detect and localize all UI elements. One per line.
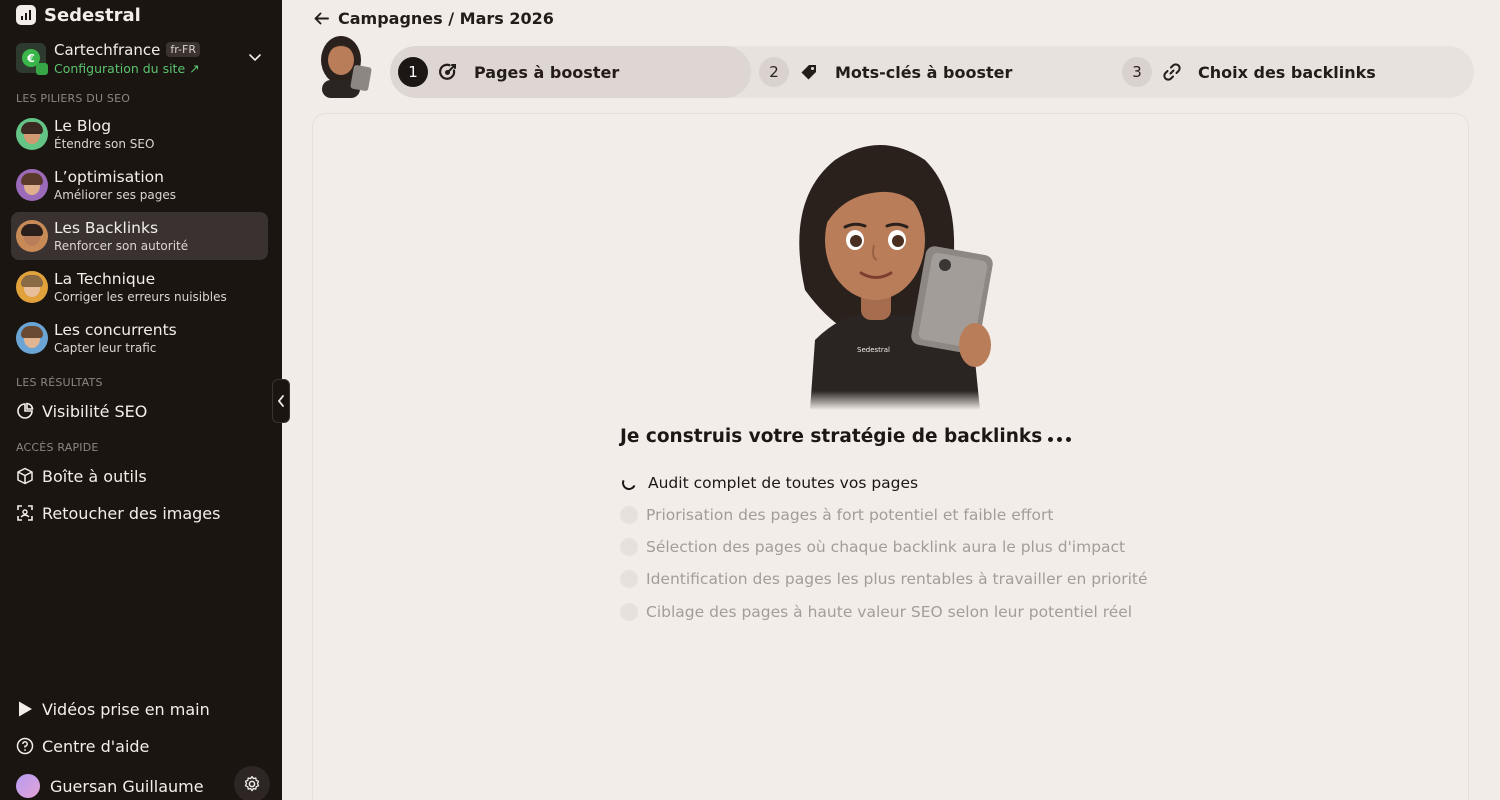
sidebar-item-sublabel: Capter leur trafic bbox=[54, 340, 157, 355]
sidebar-item-label: Centre d'aide bbox=[42, 736, 150, 756]
sidebar-item-sublabel: Corriger les erreurs nuisibles bbox=[54, 289, 227, 304]
sidebar-item-label: Les concurrents bbox=[54, 320, 177, 339]
target-icon bbox=[439, 63, 456, 80]
pie-chart-icon bbox=[17, 402, 34, 419]
concurrents-avatar bbox=[16, 322, 48, 354]
pending-dot-icon bbox=[620, 506, 638, 524]
sidebar-item-sublabel: Renforcer son autorité bbox=[54, 238, 189, 253]
brand[interactable]: Sedestral bbox=[16, 4, 141, 26]
box-icon bbox=[17, 467, 33, 485]
step-label: Choix des backlinks bbox=[1198, 62, 1376, 82]
task-item: Identification des pages les plus rentab… bbox=[620, 568, 1148, 590]
sidebar-item-label: Vidéos prise en main bbox=[42, 699, 210, 719]
step-number: 3 bbox=[1122, 57, 1152, 87]
site-config-link[interactable]: Configuration du site ↗ bbox=[54, 61, 200, 76]
task-label: Identification des pages les plus rentab… bbox=[646, 570, 1148, 588]
arrow-left-icon[interactable] bbox=[313, 10, 330, 27]
section-label-resultats: LES RÉSULTATS bbox=[16, 376, 103, 389]
assistant-avatar-small bbox=[321, 36, 372, 98]
sidebar-item-videos[interactable]: Vidéos prise en main bbox=[16, 697, 210, 721]
task-item: Ciblage des pages à haute valeur SEO sel… bbox=[620, 601, 1132, 623]
sidebar-item-sublabel: Améliorer ses pages bbox=[54, 187, 177, 202]
sidebar-item-label: La Technique bbox=[54, 269, 156, 288]
collapse-sidebar-button[interactable] bbox=[272, 379, 290, 423]
breadcrumb-label: Campagnes / Mars 2026 bbox=[338, 8, 554, 28]
link-icon bbox=[1163, 63, 1181, 81]
chevron-down-icon[interactable] bbox=[248, 50, 262, 64]
image-scan-icon bbox=[17, 505, 33, 521]
sidebar-item-label: L’optimisation bbox=[54, 167, 164, 186]
section-label-piliers: LES PILIERS DU SEO bbox=[16, 92, 131, 105]
optimisation-avatar bbox=[16, 169, 48, 201]
sidebar-item-concurrents[interactable]: Les concurrents Capter leur trafic bbox=[11, 314, 268, 362]
sidebar-item-toolbox[interactable]: Boîte à outils bbox=[16, 464, 147, 488]
tag-icon bbox=[801, 65, 816, 80]
sedestral-logo-icon bbox=[16, 5, 36, 25]
breadcrumb[interactable]: Campagnes / Mars 2026 bbox=[313, 6, 554, 30]
blog-avatar bbox=[16, 118, 48, 150]
chevron-left-icon bbox=[277, 395, 284, 407]
task-item: Sélection des pages où chaque backlink a… bbox=[620, 536, 1125, 558]
task-label: Priorisation des pages à fort potentiel … bbox=[646, 506, 1054, 524]
task-label: Sélection des pages où chaque backlink a… bbox=[646, 538, 1126, 556]
step-number: 1 bbox=[398, 57, 428, 87]
gear-icon bbox=[244, 775, 260, 792]
site-name: Cartechfrance bbox=[54, 40, 161, 59]
sidebar-item-retouch[interactable]: Retoucher des images bbox=[16, 501, 220, 525]
sidebar-item-label: Les Backlinks bbox=[54, 218, 159, 237]
sidebar-item-optimisation[interactable]: L’optimisation Améliorer ses pages bbox=[11, 161, 268, 209]
pending-dot-icon bbox=[620, 538, 638, 556]
step-mots-cles[interactable]: 2 Mots-clés à booster bbox=[758, 46, 1098, 98]
pending-dot-icon bbox=[620, 603, 638, 621]
sidebar-item-label: Visibilité SEO bbox=[42, 401, 148, 421]
site-avatar: € bbox=[16, 43, 48, 75]
campaign-stepper: 1 Pages à booster 2 Mots-clés à booster … bbox=[390, 46, 1474, 98]
sidebar-item-label: Boîte à outils bbox=[42, 466, 147, 486]
avatar bbox=[16, 774, 40, 798]
settings-button[interactable] bbox=[234, 766, 270, 800]
sidebar-item-technique[interactable]: La Technique Corriger les erreurs nuisibl… bbox=[11, 263, 268, 311]
brand-name: Sedestral bbox=[44, 4, 141, 26]
user-profile[interactable]: Guersan Guillaume bbox=[16, 766, 272, 800]
sidebar-item-visibilite[interactable]: Visibilité SEO bbox=[16, 399, 147, 423]
technique-avatar bbox=[16, 271, 48, 303]
task-item: Priorisation des pages à fort potentiel … bbox=[620, 504, 1053, 526]
lang-badge: fr-FR bbox=[166, 42, 200, 57]
step-number: 2 bbox=[759, 57, 789, 87]
step-choix-backlinks[interactable]: 3 Choix des backlinks bbox=[1121, 46, 1461, 98]
play-icon bbox=[19, 701, 32, 717]
step-label: Pages à booster bbox=[474, 62, 620, 82]
loading-dots-icon bbox=[1048, 437, 1072, 442]
shirt-logo-text: Sedestral bbox=[857, 346, 890, 354]
user-name: Guersan Guillaume bbox=[50, 776, 204, 796]
step-label: Mots-clés à booster bbox=[835, 62, 1013, 82]
site-switcher[interactable]: € Cartechfrance fr-FR Configuration du s… bbox=[16, 38, 266, 78]
help-circle-icon bbox=[16, 737, 34, 755]
sidebar-item-label: Le Blog bbox=[54, 116, 112, 135]
loading-title: Je construis votre stratégie de backlink… bbox=[620, 426, 1072, 447]
shop-badge-icon bbox=[36, 63, 48, 75]
sidebar-item-help[interactable]: Centre d'aide bbox=[16, 734, 149, 758]
sidebar-item-label: Retoucher des images bbox=[42, 503, 221, 523]
spinner-icon bbox=[620, 474, 638, 492]
section-label-acces: ACCÈS RAPIDE bbox=[16, 441, 99, 454]
backlinks-avatar bbox=[16, 220, 48, 252]
sidebar-item-backlinks[interactable]: Les Backlinks Renforcer son autorité bbox=[11, 212, 268, 260]
sidebar-item-blog[interactable]: Le Blog Étendre son SEO bbox=[11, 110, 268, 158]
step-pages-a-booster[interactable]: 1 Pages à booster bbox=[390, 46, 751, 98]
sidebar-item-sublabel: Étendre son SEO bbox=[54, 136, 155, 151]
sidebar: Sedestral € Cartechfrance fr-FR Configur… bbox=[0, 0, 282, 800]
assistant-illustration: Sedestral bbox=[799, 145, 993, 410]
task-label: Audit complet de toutes vos pages bbox=[648, 474, 919, 492]
pending-dot-icon bbox=[620, 570, 638, 588]
loading-title-text: Je construis votre stratégie de backlink… bbox=[620, 426, 1043, 447]
task-item: Audit complet de toutes vos pages bbox=[620, 472, 918, 494]
task-label: Ciblage des pages à haute valeur SEO sel… bbox=[646, 603, 1133, 621]
